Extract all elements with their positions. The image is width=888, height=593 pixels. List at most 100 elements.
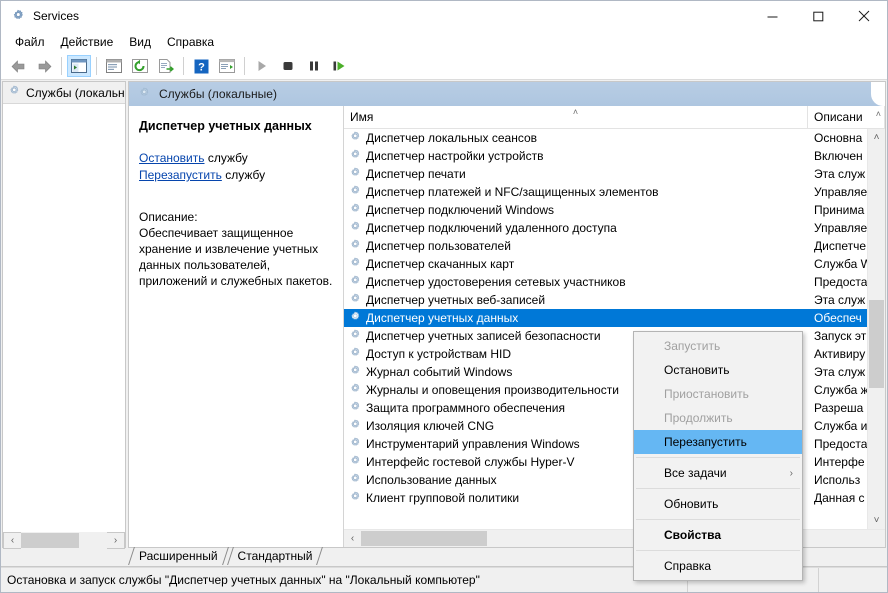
- services-window: Services Файл Действие Вид Справка ? Слу…: [0, 0, 888, 593]
- vertical-scroll-thumb[interactable]: [869, 299, 884, 388]
- ctx-refresh-label: Обновить: [664, 497, 719, 511]
- row-service-name-label: Инструментарий управления Windows: [366, 437, 580, 451]
- service-gear-icon: [348, 148, 362, 165]
- tree-scroll-thumb[interactable]: [21, 533, 79, 548]
- row-service-name-label: Изоляция ключей CNG: [366, 419, 495, 433]
- ctx-stop[interactable]: Остановить: [634, 358, 802, 382]
- restart-service-action[interactable]: Перезапустить службу: [139, 167, 333, 183]
- service-gear-icon: [348, 166, 362, 183]
- pause-service-icon[interactable]: [302, 55, 326, 77]
- minimize-button[interactable]: [749, 1, 795, 31]
- vertical-scroll-track[interactable]: [868, 146, 885, 512]
- service-gear-icon: [348, 436, 362, 453]
- console-tree-pane: Службы (локальные): [2, 81, 126, 548]
- back-icon[interactable]: [6, 55, 30, 77]
- tree-scroll-track[interactable]: [21, 532, 107, 549]
- ctx-separator-1: [636, 457, 800, 458]
- table-row[interactable]: Диспетчер печати Эта служ: [344, 165, 867, 183]
- row-service-description: Диспетче: [814, 239, 867, 253]
- table-row[interactable]: Диспетчер подключений Windows Принима: [344, 201, 867, 219]
- row-service-name: Диспетчер печати: [344, 166, 808, 183]
- caption-buttons: [749, 1, 887, 31]
- properties-icon[interactable]: [215, 55, 239, 77]
- restart-service-icon[interactable]: [328, 55, 352, 77]
- ctx-properties[interactable]: Свойства: [634, 523, 802, 547]
- horizontal-scroll-thumb[interactable]: [361, 531, 487, 546]
- table-row[interactable]: Диспетчер удостоверения сетевых участник…: [344, 273, 867, 291]
- service-gear-icon: [348, 292, 362, 309]
- row-service-name-label: Диспетчер учетных данных: [366, 311, 519, 325]
- row-service-description: Разреша: [814, 401, 864, 415]
- ctx-refresh[interactable]: Обновить: [634, 492, 802, 516]
- table-row[interactable]: Диспетчер локальных сеансов Основна: [344, 129, 867, 147]
- ctx-all-tasks[interactable]: Все задачи ›: [634, 461, 802, 485]
- tree-scroll-right-button[interactable]: ›: [107, 532, 124, 549]
- close-button[interactable]: [841, 1, 887, 31]
- restart-service-link[interactable]: Перезапустить: [139, 168, 222, 182]
- table-row[interactable]: Диспетчер пользователей Диспетче: [344, 237, 867, 255]
- scroll-up-button[interactable]: ˄: [868, 129, 885, 146]
- table-row[interactable]: Диспетчер учетных данных Обеспеч: [344, 309, 867, 327]
- svg-text:?: ?: [198, 61, 205, 73]
- menu-action[interactable]: Действие: [53, 33, 122, 51]
- table-row[interactable]: Диспетчер учетных веб-записей Эта служ: [344, 291, 867, 309]
- service-gear-icon: [348, 400, 362, 417]
- menu-help[interactable]: Справка: [159, 33, 222, 51]
- tree-root-node[interactable]: Службы (локальные): [3, 82, 125, 104]
- column-header-description[interactable]: Описани ˄: [808, 106, 885, 128]
- menu-view[interactable]: Вид: [121, 33, 159, 51]
- export-list-icon[interactable]: [154, 55, 178, 77]
- service-gear-icon: [348, 328, 362, 345]
- listview-horizontal-scrollbar[interactable]: ‹: [344, 529, 885, 547]
- service-gear-icon: [348, 454, 362, 471]
- tab-extended[interactable]: Расширенный: [129, 547, 228, 566]
- toolbar-separator: [61, 57, 62, 75]
- ctx-restart[interactable]: Перезапустить: [634, 430, 802, 454]
- toolbar-separator: [244, 57, 245, 75]
- stop-service-action[interactable]: Остановить службу: [139, 150, 333, 166]
- status-cell-2: [818, 568, 887, 592]
- ctx-help[interactable]: Справка: [634, 554, 802, 578]
- refresh-icon[interactable]: [128, 55, 152, 77]
- show-hide-console-tree-icon[interactable]: [67, 55, 91, 77]
- row-service-name-label: Диспетчер скачанных карт: [366, 257, 515, 271]
- row-service-description: Управляе: [814, 221, 867, 235]
- start-service-icon[interactable]: [250, 55, 274, 77]
- tree-scroll-left-button[interactable]: ‹: [4, 532, 21, 549]
- sort-ascending-icon: ˄: [572, 107, 579, 117]
- table-row[interactable]: Диспетчер платежей и NFC/защищенных элем…: [344, 183, 867, 201]
- stop-service-link[interactable]: Остановить: [139, 151, 205, 165]
- detail-description-label: Описание:: [139, 210, 198, 224]
- stop-service-icon[interactable]: [276, 55, 300, 77]
- row-service-description: Основна: [814, 131, 863, 145]
- table-row[interactable]: Диспетчер настройки устройств Включен: [344, 147, 867, 165]
- row-service-name-label: Журнал событий Windows: [366, 365, 513, 379]
- help-icon[interactable]: ?: [189, 55, 213, 77]
- scroll-left-button[interactable]: ‹: [344, 530, 361, 547]
- show-hide-action-pane-icon[interactable]: [102, 55, 126, 77]
- table-row[interactable]: Диспетчер скачанных карт Служба W: [344, 255, 867, 273]
- row-service-description: Служба W: [814, 257, 867, 271]
- row-service-description: Предоста: [814, 437, 867, 451]
- maximize-button[interactable]: [795, 1, 841, 31]
- tree-body[interactable]: [3, 104, 125, 547]
- scroll-down-button[interactable]: ˅: [868, 512, 885, 529]
- row-service-name-label: Диспетчер подключений удаленного доступа: [366, 221, 617, 235]
- row-service-name-label: Защита программного обеспечения: [366, 401, 565, 415]
- context-menu[interactable]: Запустить Остановить Приостановить Продолжи…: [633, 331, 803, 581]
- ctx-stop-label: Остановить: [664, 363, 730, 377]
- row-service-name: Диспетчер пользователей: [344, 238, 808, 255]
- horizontal-scroll-track[interactable]: [361, 530, 885, 547]
- table-row[interactable]: Диспетчер подключений удаленного доступа…: [344, 219, 867, 237]
- toolbar: ?: [1, 53, 887, 80]
- column-header-name[interactable]: Имя ˄: [344, 106, 808, 128]
- tree-horizontal-scrollbar[interactable]: ‹ ›: [3, 532, 125, 549]
- forward-icon[interactable]: [32, 55, 56, 77]
- row-service-description: Запуск эт: [814, 329, 867, 343]
- tab-standard[interactable]: Стандартный: [228, 547, 323, 566]
- menu-file[interactable]: Файл: [7, 33, 53, 51]
- detail-actions: Остановить службу Перезапустить службу: [139, 150, 333, 183]
- service-gear-icon: [348, 202, 362, 219]
- listview-vertical-scrollbar[interactable]: ˄ ˅: [867, 129, 885, 529]
- ctx-properties-label: Свойства: [664, 528, 722, 542]
